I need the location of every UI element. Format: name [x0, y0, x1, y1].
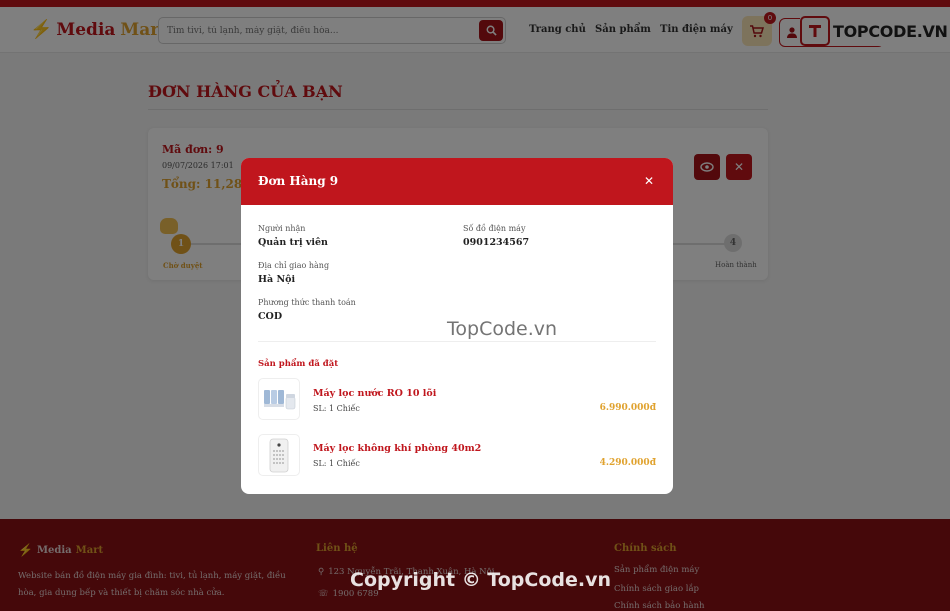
- product-quantity: SL: 1 Chiếc: [313, 459, 360, 468]
- modal-title: Đơn Hàng 9: [258, 174, 339, 188]
- payment-value: COD: [258, 311, 283, 322]
- phone-value: 0901234567: [463, 237, 530, 248]
- ordered-products-heading: Sản phẩm đã đặt: [258, 359, 339, 369]
- payment-label: Phương thức thanh toán: [258, 298, 356, 307]
- product-name[interactable]: Máy lọc nước RO 10 lõi: [313, 388, 436, 399]
- product-thumbnail: [258, 378, 300, 420]
- product-name[interactable]: Máy lọc không khí phòng 40m2: [313, 443, 481, 454]
- recipient-value: Quản trị viên: [258, 237, 328, 248]
- address-label: Địa chỉ giao hàng: [258, 261, 330, 270]
- modal-close-button[interactable]: ✕: [644, 174, 654, 188]
- product-quantity: SL: 1 Chiếc: [313, 404, 360, 413]
- modal-divider: [258, 341, 656, 342]
- air-purifier-image: [269, 438, 289, 473]
- water-purifier-image: [264, 390, 296, 410]
- copyright-watermark: Copyright © TopCode.vn: [350, 569, 612, 591]
- product-thumbnail: [258, 434, 300, 476]
- close-icon: ✕: [644, 174, 655, 188]
- recipient-label: Người nhận: [258, 224, 306, 233]
- product-price: 4.290.000đ: [599, 458, 656, 468]
- modal-header: Đơn Hàng 9 ✕: [241, 158, 673, 205]
- product-price: 6.990.000đ: [599, 403, 656, 413]
- address-value: Hà Nội: [258, 274, 296, 285]
- center-watermark: TopCode.vn: [447, 318, 558, 340]
- phone-label: Số đồ điện máy: [463, 224, 526, 233]
